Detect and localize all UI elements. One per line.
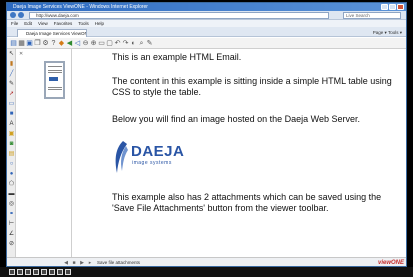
email-paragraph-attachments: This example also has 2 attachments whic… bbox=[112, 192, 382, 213]
close-icon[interactable]: ✕ bbox=[19, 51, 25, 57]
annotate-icon[interactable]: ✎ bbox=[146, 40, 153, 47]
search-input[interactable]: Live Search bbox=[343, 12, 401, 19]
email-heading: This is an example HTML Email. bbox=[112, 52, 242, 62]
menu-tools[interactable]: Tools bbox=[78, 20, 89, 27]
title-bar: Daeja Image Services ViewONE - Windows I… bbox=[7, 3, 406, 11]
oval-icon[interactable]: ○ bbox=[8, 161, 15, 168]
first-page-icon[interactable]: ◀ bbox=[66, 40, 73, 47]
page-stop-icon[interactable]: ■ bbox=[71, 260, 77, 266]
taskbar-item-icon[interactable] bbox=[9, 269, 15, 275]
browser-window: Daeja Image Services ViewONE - Windows I… bbox=[6, 2, 407, 267]
rotate-left-icon[interactable]: ↶ bbox=[114, 40, 121, 47]
previous-page-icon[interactable]: ◁ bbox=[74, 40, 81, 47]
rectangle-icon[interactable]: ▭ bbox=[8, 101, 15, 108]
hotspot-icon[interactable]: ◎ bbox=[8, 201, 15, 208]
command-bar[interactable]: Page ▾ Tools ▾ bbox=[373, 29, 402, 36]
angle-icon[interactable]: ∠ bbox=[8, 231, 15, 238]
menu-view[interactable]: View bbox=[38, 20, 48, 27]
taskbar-item-icon[interactable] bbox=[49, 269, 55, 275]
copy-icon[interactable]: ❐ bbox=[34, 40, 41, 47]
rotate-right-icon[interactable]: ↷ bbox=[122, 40, 129, 47]
status-info-icon: ▸ bbox=[88, 260, 92, 266]
highlight-icon[interactable]: ▮ bbox=[8, 61, 15, 68]
filled-rectangle-icon[interactable]: ■ bbox=[8, 111, 15, 118]
save-icon[interactable]: ▣ bbox=[26, 40, 33, 47]
document-view: This is an example HTML Email. The conte… bbox=[72, 49, 406, 257]
taskbar-item-icon[interactable] bbox=[65, 269, 71, 275]
text-icon[interactable]: A bbox=[8, 121, 15, 128]
page-back-icon[interactable]: ◀ bbox=[63, 260, 69, 266]
forward-icon[interactable] bbox=[18, 12, 24, 18]
viewer-brand: viewONE bbox=[377, 260, 404, 266]
thumbnail-pane: ✕ bbox=[16, 49, 72, 257]
close-button[interactable] bbox=[397, 4, 404, 10]
ruler-icon[interactable]: ⊢ bbox=[8, 221, 15, 228]
fit-page-icon[interactable]: ▢ bbox=[106, 40, 113, 47]
filled-oval-icon[interactable]: ● bbox=[8, 171, 15, 178]
taskbar-item-icon[interactable] bbox=[41, 269, 47, 275]
menu-favorites[interactable]: Favorites bbox=[54, 20, 73, 27]
minimize-button[interactable] bbox=[381, 4, 388, 10]
page-thumbnail[interactable] bbox=[44, 61, 65, 99]
taskbar-item-icon[interactable] bbox=[25, 269, 31, 275]
menu-edit[interactable]: Edit bbox=[24, 20, 32, 27]
address-bar[interactable]: http://www.daeja.com bbox=[29, 12, 329, 19]
zoom-in-icon[interactable]: ⊕ bbox=[90, 40, 97, 47]
redact-icon[interactable]: ▬ bbox=[8, 191, 15, 198]
status-text: Save file attachments bbox=[97, 260, 141, 265]
daeja-logo: DAEJA image systems bbox=[112, 140, 185, 174]
print-icon[interactable]: ▦ bbox=[18, 40, 25, 47]
address-row: http://www.daeja.com Live Search bbox=[7, 11, 406, 20]
window-controls bbox=[381, 4, 404, 10]
logo-tagline: image systems bbox=[132, 160, 172, 166]
window-title: Daeja Image Services ViewONE - Windows I… bbox=[13, 4, 148, 10]
pen-icon[interactable]: ✎ bbox=[8, 81, 15, 88]
page-forward-icon[interactable]: ▶ bbox=[79, 260, 85, 266]
zoom-out-icon[interactable]: ⊖ bbox=[82, 40, 89, 47]
email-paragraph-image: Below you will find an image hosted on t… bbox=[112, 114, 360, 124]
arrow-icon[interactable]: ➚ bbox=[8, 91, 15, 98]
polygon-icon[interactable]: ⬠ bbox=[8, 181, 15, 188]
viewer-toolbar: ▤ ▦ ▣ ❐ ⚙ ? ◆ ◀ ◁ ⊖ ⊕ ▭ ▢ ↶ ↷ ◐ ⌕ ✎ bbox=[7, 38, 406, 49]
line-icon[interactable]: ╱ bbox=[8, 71, 15, 78]
sticky-note-icon[interactable]: ▤ bbox=[8, 151, 15, 158]
taskbar bbox=[0, 267, 413, 277]
screen: Daeja Image Services ViewONE - Windows I… bbox=[0, 0, 413, 277]
taskbar-item-icon[interactable] bbox=[17, 269, 23, 275]
link-icon[interactable]: ⚭ bbox=[8, 211, 15, 218]
open-icon[interactable]: ▤ bbox=[10, 40, 17, 47]
invert-icon[interactable]: ◐ bbox=[130, 40, 137, 47]
help-icon[interactable]: ? bbox=[50, 40, 57, 47]
delete-annotation-icon[interactable]: ⊘ bbox=[8, 241, 15, 248]
maximize-button[interactable] bbox=[389, 4, 396, 10]
select-icon[interactable]: ↖ bbox=[8, 51, 15, 58]
menu-bar: File Edit View Favorites Tools Help bbox=[7, 20, 406, 27]
status-bar: ◀ ■ ▶ ▸ Save file attachments viewONE bbox=[7, 257, 406, 266]
taskbar-item-icon[interactable] bbox=[33, 269, 39, 275]
logo-wordmark: DAEJA bbox=[131, 143, 185, 160]
daeja-swoosh-icon bbox=[115, 141, 128, 173]
email-paragraph-table: The content in this example is sitting i… bbox=[112, 76, 392, 97]
attachments-icon[interactable]: ◆ bbox=[58, 40, 65, 47]
note-icon[interactable]: ▣ bbox=[8, 131, 15, 138]
menu-file[interactable]: File bbox=[11, 20, 18, 27]
stamp-icon[interactable]: ◙ bbox=[8, 141, 15, 148]
tab-viewer[interactable]: Daeja Image Services ViewONE bbox=[17, 29, 87, 37]
fit-width-icon[interactable]: ▭ bbox=[98, 40, 105, 47]
magnifier-icon[interactable]: ⌕ bbox=[138, 40, 145, 47]
menu-help[interactable]: Help bbox=[95, 20, 104, 27]
back-icon[interactable] bbox=[10, 12, 16, 18]
annotation-toolbar: ↖ ▮ ╱ ✎ ➚ ▭ ■ A ▣ ◙ ▤ ○ ● ⬠ ▬ ◎ ⚭ ⊢ ∠ ⊘ bbox=[7, 49, 16, 257]
settings-icon[interactable]: ⚙ bbox=[42, 40, 49, 47]
taskbar-item-icon[interactable] bbox=[57, 269, 63, 275]
tab-row: Daeja Image Services ViewONE Page ▾ Tool… bbox=[7, 27, 406, 37]
